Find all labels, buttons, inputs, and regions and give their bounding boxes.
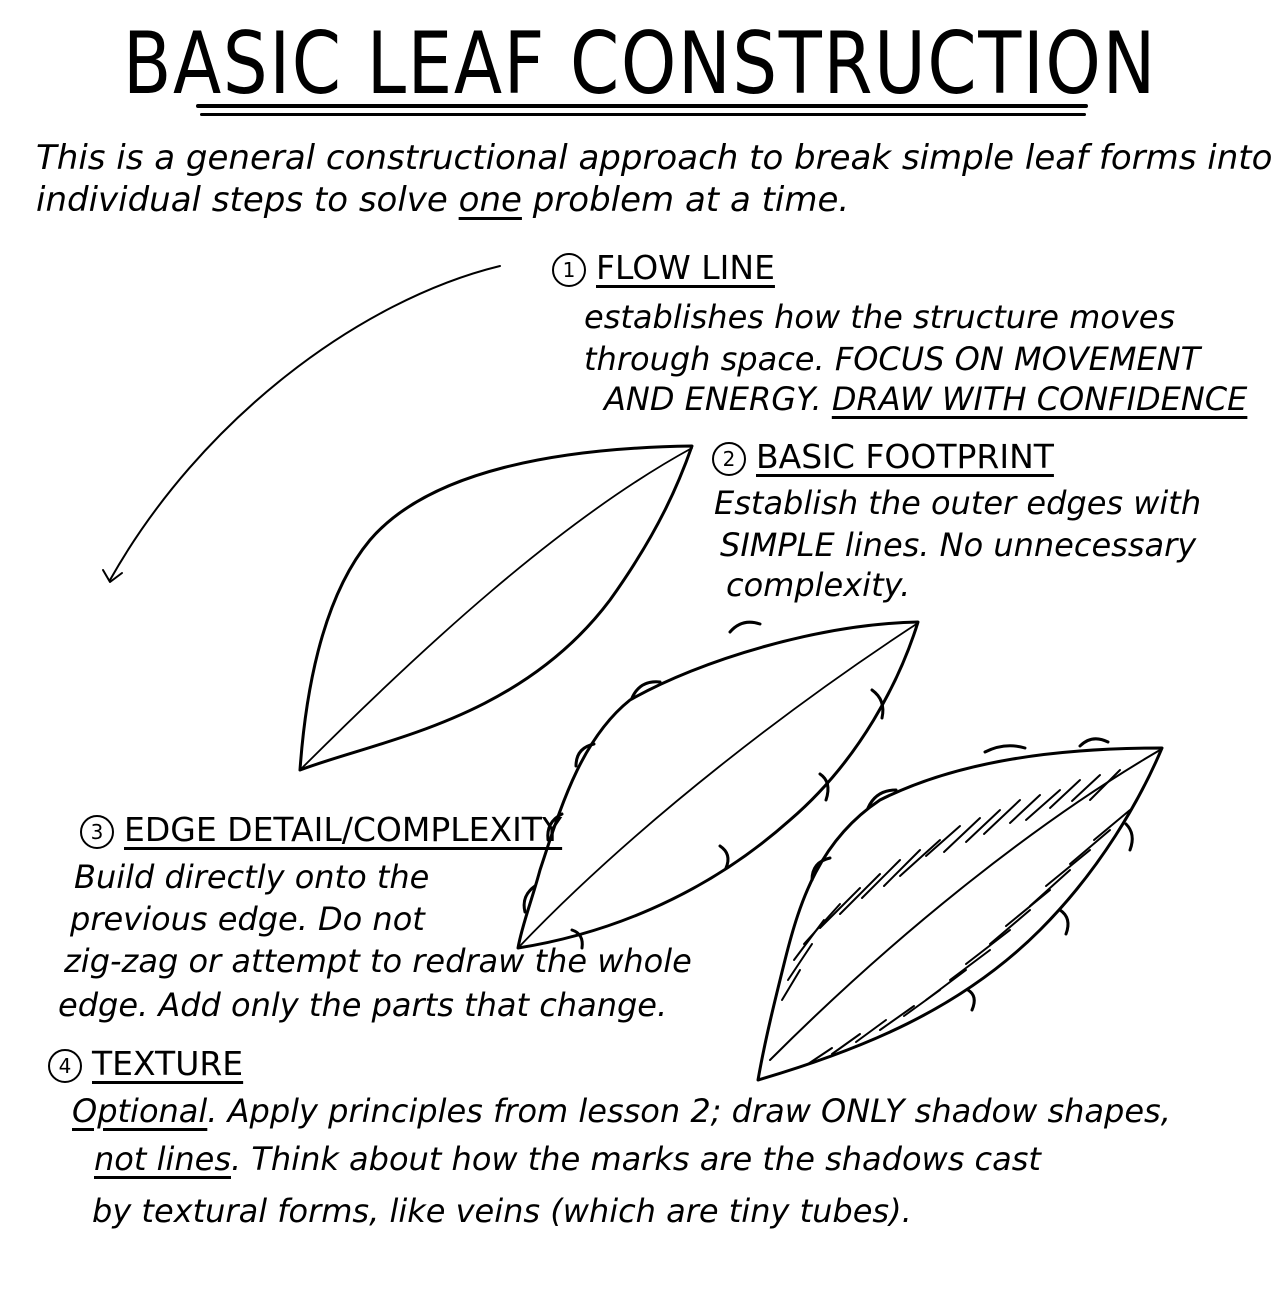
footprint-leaf (298, 444, 694, 772)
leaf-illustrations (102, 265, 1164, 1082)
edge-detail-leaf (516, 620, 920, 950)
flow-line-stroke (102, 265, 501, 583)
texture-leaf-marks (781, 769, 1131, 1065)
